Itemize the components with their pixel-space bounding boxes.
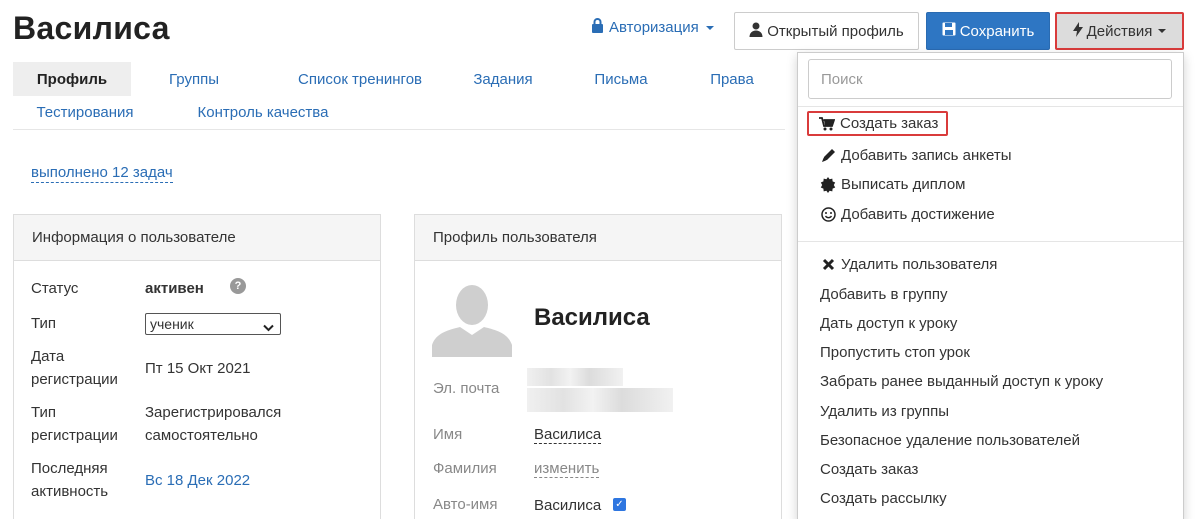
actions-label: Действия	[1086, 22, 1153, 40]
tab-quality-control[interactable]: Контроль качества	[187, 95, 339, 129]
menu-item-skip-stop-lesson[interactable]: Пропустить стоп урок	[820, 344, 970, 361]
last-active-label-2: активность	[31, 483, 109, 500]
menu-item-label: Выписать диплом	[841, 176, 966, 193]
last-name-label: Фамилия	[433, 460, 497, 477]
last-active-label-1: Последняя	[31, 460, 108, 477]
authorization-label: Авторизация	[609, 19, 699, 36]
tab-trainings[interactable]: Список тренингов	[270, 62, 450, 96]
menu-item-create-mailing[interactable]: Создать рассылку	[820, 490, 947, 507]
reg-type-value-2: самостоятельно	[145, 427, 258, 444]
chevron-down-icon	[263, 319, 274, 335]
menu-item-create-order[interactable]: Создать заказ	[807, 111, 949, 136]
menu-item-revoke-lesson-access[interactable]: Забрать ранее выданный доступ к уроку	[820, 373, 1103, 390]
menu-item-grant-lesson-access[interactable]: Дать доступ к уроку	[820, 315, 957, 332]
close-icon	[820, 257, 836, 273]
tab-groups[interactable]: Группы	[152, 62, 236, 96]
cart-icon	[819, 116, 835, 132]
save-label: Сохранить	[959, 22, 1035, 40]
menu-item-issue-diploma[interactable]: Выписать диплом	[820, 176, 965, 193]
menu-item-add-to-group[interactable]: Добавить в группу	[820, 286, 948, 303]
user-info-title: Информация о пользователе	[14, 215, 380, 261]
authorization-dropdown[interactable]: Авторизация	[591, 18, 714, 37]
auto-name-checkbox[interactable]: ✓	[613, 498, 626, 511]
type-label: Тип	[31, 315, 57, 332]
actions-dropdown-menu: Создать заказ Добавить запись анкеты Вып…	[797, 52, 1184, 519]
certificate-icon	[820, 176, 836, 193]
user-info-panel: Информация о пользователе Статус активен…	[13, 214, 381, 519]
menu-item-safe-delete-users[interactable]: Безопасное удаление пользователей	[820, 432, 1080, 449]
chevron-down-icon	[1158, 29, 1167, 33]
menu-item-label: Создать заказ	[840, 115, 939, 132]
profile-user-name: Василиса	[534, 304, 650, 331]
auto-name-label: Авто-имя	[433, 496, 498, 513]
tab-tests[interactable]: Тестирования	[19, 95, 151, 129]
chevron-down-icon	[705, 25, 714, 30]
lightning-icon	[1072, 21, 1083, 41]
user-icon	[749, 22, 763, 41]
actions-search-input[interactable]	[808, 59, 1172, 99]
user-type-select[interactable]: ученик	[145, 313, 281, 335]
status-value: активен	[145, 280, 204, 297]
user-profile-panel: Профиль пользователя Василиса Эл. почта …	[414, 214, 782, 519]
help-icon[interactable]: ?	[230, 278, 246, 294]
user-type-value: ученик	[150, 316, 194, 332]
avatar-placeholder-icon	[432, 281, 512, 357]
last-name-edit-link[interactable]: изменить	[534, 460, 600, 478]
page-title: Василиса	[13, 10, 170, 46]
open-profile-label: Открытый профиль	[767, 22, 904, 40]
tab-rights[interactable]: Права	[699, 62, 765, 96]
menu-item-delete-user[interactable]: Удалить пользователя	[820, 256, 997, 273]
menu-item-create-order-2[interactable]: Создать заказ	[820, 461, 918, 478]
menu-item-label: Добавить запись анкеты	[841, 147, 1012, 164]
reg-date-label-1: Дата	[31, 348, 65, 365]
tab-tasks[interactable]: Задания	[462, 62, 544, 96]
actions-button[interactable]: Действия	[1055, 12, 1184, 50]
reg-type-label-1: Тип	[31, 404, 57, 421]
menu-item-label: Добавить достижение	[841, 206, 995, 223]
last-active-value[interactable]: Вс 18 Дек 2022	[145, 469, 250, 492]
email-value-blurred	[527, 368, 623, 386]
reg-type-value-1: Зарегистрировался	[145, 404, 282, 421]
pencil-icon	[820, 148, 836, 164]
first-name-value[interactable]: Василиса	[534, 426, 602, 444]
save-button[interactable]: Сохранить	[926, 12, 1050, 50]
tabs-divider	[13, 129, 785, 130]
user-profile-title: Профиль пользователя	[415, 215, 781, 261]
menu-divider	[798, 241, 1183, 242]
menu-item-label: Удалить пользователя	[841, 256, 998, 273]
menu-item-add-form-entry[interactable]: Добавить запись анкеты	[820, 147, 1012, 164]
menu-divider	[798, 106, 1183, 107]
menu-item-remove-from-group[interactable]: Удалить из группы	[820, 403, 949, 420]
completed-tasks-link[interactable]: выполнено 12 задач	[31, 164, 173, 183]
floppy-icon	[942, 22, 956, 40]
smile-icon	[820, 207, 836, 223]
tab-letters[interactable]: Письма	[583, 62, 659, 96]
email-label: Эл. почта	[433, 380, 500, 397]
menu-item-add-achievement[interactable]: Добавить достижение	[820, 206, 995, 223]
email-value-blurred	[527, 388, 673, 412]
status-label: Статус	[31, 280, 79, 297]
tab-profile[interactable]: Профиль	[13, 62, 131, 96]
open-profile-button[interactable]: Открытый профиль	[734, 12, 919, 50]
reg-date-label-2: регистрации	[31, 371, 118, 388]
auto-name-value: Василиса	[534, 497, 602, 514]
reg-date-value: Пт 15 Окт 2021	[145, 360, 251, 377]
first-name-label: Имя	[433, 426, 463, 443]
lock-icon	[591, 18, 604, 37]
reg-type-label-2: регистрации	[31, 427, 118, 444]
